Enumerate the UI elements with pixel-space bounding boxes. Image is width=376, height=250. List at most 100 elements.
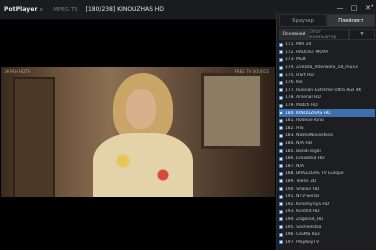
tv-channel-icon — [279, 126, 283, 131]
tv-channel-icon — [279, 103, 283, 108]
list-item[interactable]: 174. Zvezda_Interworx_18_mux3 — [279, 64, 375, 72]
list-item[interactable]: 179. Match HD — [279, 102, 375, 110]
list-item[interactable]: 188. BRAZZERS TV Europe — [279, 170, 375, 178]
list-item-label: 186. Eroxotika HD — [285, 156, 325, 162]
tab-browser[interactable]: Браузер — [279, 14, 327, 27]
list-item-label: 192. Kinomyriya HD — [285, 201, 330, 207]
tv-channel-icon — [279, 65, 283, 70]
list-item[interactable]: 194. Zagorod_HD — [279, 216, 375, 224]
tv-channel-icon — [279, 217, 283, 222]
list-item-label: 178. Arsenal HD — [285, 95, 321, 101]
tv-channel-icon — [279, 171, 283, 176]
subtab-this-computer[interactable]: Этот компьютер — [309, 29, 349, 40]
list-item-label: 184. N/A HD — [285, 141, 313, 147]
list-item-label: 194. Zagorod_HD — [285, 216, 324, 222]
watermark-left: ЭКРАН HDTV — [4, 69, 31, 74]
list-item[interactable]: 182. HIS — [279, 125, 375, 133]
tv-channel-icon — [279, 73, 283, 78]
tv-channel-icon — [279, 133, 283, 138]
panel-tabs: Браузер Плейлист — [279, 14, 375, 27]
tv-channel-icon — [279, 156, 283, 161]
scene-window — [201, 73, 263, 149]
list-item-label: 183. NashaNovosKino — [285, 133, 334, 139]
list-item[interactable]: 185. Bandi legal — [279, 147, 375, 155]
tv-channel-icon — [279, 141, 283, 146]
list-item-label: 172. RADOST MOYA — [285, 49, 329, 55]
list-item-label: 174. Zvezda_Interworx_18_mux3 — [285, 65, 358, 71]
tv-channel-icon — [279, 80, 283, 85]
scene-door — [13, 77, 55, 197]
tv-channel-icon — [279, 118, 283, 123]
list-item-label: 187. N/A — [285, 163, 304, 169]
scene-person-dress — [93, 133, 193, 197]
tv-channel-icon — [279, 179, 283, 184]
list-item-label: 189. Teens 3D — [285, 178, 317, 184]
tv-channel-icon — [279, 88, 283, 93]
list-item-label: 179. Match HD — [285, 103, 318, 109]
list-item-label: 195. Sochelnitsa — [285, 224, 322, 230]
scene-person-face — [126, 89, 156, 129]
tv-channel-icon — [279, 194, 283, 199]
tv-channel-icon — [279, 111, 283, 116]
list-item[interactable]: 180. KINOUZHAS HD — [279, 109, 375, 117]
list-item[interactable]: 186. Eroxotika HD — [279, 155, 375, 163]
tab-playlist[interactable]: Плейлист — [327, 14, 375, 27]
list-item[interactable]: 191. NTV-Serial — [279, 193, 375, 201]
list-item-label: 171. MIR 24 — [285, 42, 312, 48]
list-item[interactable]: 197. PlayboyTV — [279, 238, 375, 246]
list-item-label: 190. Shalun HD — [285, 186, 320, 192]
list-item[interactable]: 183. NashaNovosKino — [279, 132, 375, 140]
list-item-label: 196. CIGMa Rus — [285, 232, 320, 238]
list-item-label: 180. KINOUZHAS HD — [285, 110, 331, 116]
tv-channel-icon — [279, 209, 283, 214]
list-item[interactable]: 192. Kinomyriya HD — [279, 200, 375, 208]
video-frame[interactable]: ЭКРАН HDTV FREE TV SOURCE — [1, 67, 275, 197]
list-item[interactable]: 176. Kik — [279, 79, 375, 87]
playlist-list: 171. MIR 24 172. RADOST MOYA 173. Mult 174.… — [279, 41, 375, 246]
pin-icon[interactable]: • — [370, 3, 374, 10]
subtab-main[interactable]: Основной — [279, 29, 309, 40]
tv-channel-icon — [279, 50, 283, 55]
tv-channel-icon — [279, 95, 283, 100]
tv-channel-icon — [279, 225, 283, 230]
list-item[interactable]: 177. Russian Extreme Ultra Rus 4K — [279, 87, 375, 95]
list-item-label: 188. BRAZZERS TV Europe — [285, 171, 344, 177]
list-item[interactable]: 175. Hart HD — [279, 71, 375, 79]
list-item-label: 175. Hart HD — [285, 72, 314, 78]
chevron-down-icon[interactable]: ∨ — [40, 7, 44, 13]
list-item[interactable]: 190. Shalun HD — [279, 185, 375, 193]
window-title: [180/238] KINOUZHAS HD — [85, 6, 164, 13]
panel-subtabs: Основной Этот компьютер ▼ — [279, 29, 375, 40]
list-item-label: 191. NTV-Serial — [285, 194, 319, 200]
watermark-right: FREE TV SOURCE — [234, 69, 269, 74]
tv-channel-icon — [279, 57, 283, 62]
list-item-label: 177. Russian Extreme Ultra Rus 4K — [285, 87, 362, 93]
list-item[interactable]: 178. Arsenal HD — [279, 94, 375, 102]
list-item[interactable]: 189. Teens 3D — [279, 178, 375, 186]
list-item-label: 185. Bandi legal — [285, 148, 321, 154]
tv-channel-icon — [279, 42, 283, 47]
list-item[interactable]: 173. Mult — [279, 56, 375, 64]
list-item-label: 193. Kinohit HD — [285, 209, 320, 215]
list-item-label: 181. Rodnoe Kino — [285, 118, 324, 124]
list-item[interactable]: 196. CIGMa Rus — [279, 231, 375, 239]
tv-channel-icon — [279, 164, 283, 169]
list-item[interactable]: 172. RADOST MOYA — [279, 49, 375, 57]
playlist-panel: • Браузер Плейлист Основной Этот компьют… — [276, 3, 376, 250]
list-item[interactable]: 193. Kinohit HD — [279, 208, 375, 216]
tv-channel-icon — [279, 187, 283, 192]
list-item-label: 197. PlayboyTV — [285, 239, 320, 245]
app-menu-button[interactable]: PotPlayer — [4, 6, 38, 13]
list-item-label: 173. Mult — [285, 57, 306, 63]
list-item[interactable]: 171. MIR 24 — [279, 41, 375, 49]
list-item[interactable]: 181. Rodnoe Kino — [279, 117, 375, 125]
list-item[interactable]: 195. Sochelnitsa — [279, 223, 375, 231]
video-area[interactable]: ЭКРАН HDTV FREE TV SOURCE — [0, 20, 276, 250]
tv-channel-icon — [279, 202, 283, 207]
tv-channel-icon — [279, 240, 283, 245]
list-item[interactable]: 184. N/A HD — [279, 140, 375, 148]
subtab-more[interactable]: ▼ — [349, 29, 375, 40]
list-item-label: 176. Kik — [285, 80, 303, 86]
list-item[interactable]: 187. N/A — [279, 163, 375, 171]
tv-channel-icon — [279, 149, 283, 154]
